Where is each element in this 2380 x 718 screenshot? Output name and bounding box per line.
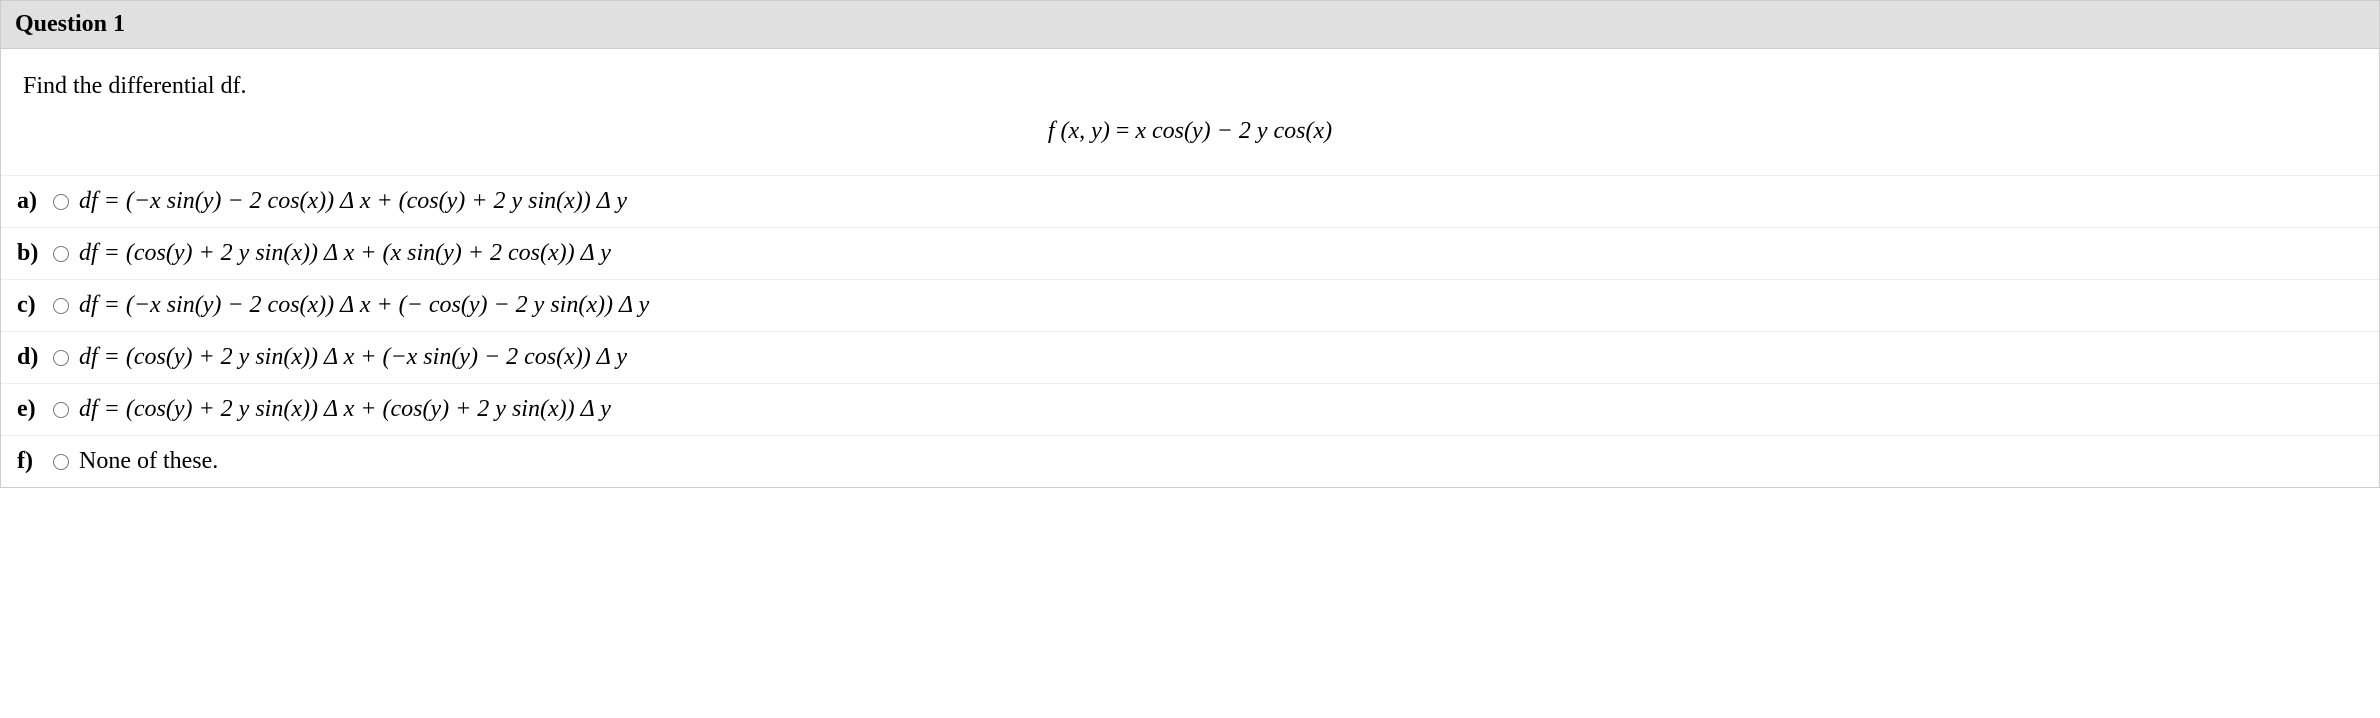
option-b-text: df = (cos(y) + 2 y sin(x)) Δ x + (x sin(… [79,240,611,267]
radio-wrap-c [53,298,73,314]
question-title: Question 1 [15,11,125,37]
option-f-text: None of these. [79,448,218,475]
question-container: Question 1 Find the differential df. f (… [0,0,2380,488]
option-b-radio[interactable] [53,246,69,262]
option-f-label: f) [17,448,47,475]
option-d-text: df = (cos(y) + 2 y sin(x)) Δ x + (−x sin… [79,344,627,371]
option-d: d) df = (cos(y) + 2 y sin(x)) Δ x + (−x … [1,332,2379,384]
option-f-radio[interactable] [53,454,69,470]
question-formula: f (x, y) = x cos(y) − 2 y cos(x) [1,108,2379,175]
option-c-radio[interactable] [53,298,69,314]
option-f: f) None of these. [1,436,2379,487]
formula-lhs: f (x, y) [1048,118,1110,144]
radio-wrap-b [53,246,73,262]
option-a-radio[interactable] [53,194,69,210]
radio-wrap-e [53,402,73,418]
formula-rhs: x cos(y) − 2 y cos(x) [1135,118,1332,144]
option-a: a) df = (−x sin(y) − 2 cos(x)) Δ x + (co… [1,176,2379,228]
option-e-text: df = (cos(y) + 2 y sin(x)) Δ x + (cos(y)… [79,396,611,423]
option-e: e) df = (cos(y) + 2 y sin(x)) Δ x + (cos… [1,384,2379,436]
option-c: c) df = (−x sin(y) − 2 cos(x)) Δ x + (− … [1,280,2379,332]
option-d-label: d) [17,344,47,371]
option-e-radio[interactable] [53,402,69,418]
option-a-text: df = (−x sin(y) − 2 cos(x)) Δ x + (cos(y… [79,188,627,215]
question-prompt: Find the differential df. [1,49,2379,108]
option-c-text: df = (−x sin(y) − 2 cos(x)) Δ x + (− cos… [79,292,649,319]
option-b: b) df = (cos(y) + 2 y sin(x)) Δ x + (x s… [1,228,2379,280]
radio-wrap-f [53,454,73,470]
option-c-label: c) [17,292,47,319]
radio-wrap-d [53,350,73,366]
question-header: Question 1 [1,1,2379,49]
option-e-label: e) [17,396,47,423]
formula-equals: = [1116,118,1136,144]
question-prompt-text: Find the differential df. [23,73,247,99]
option-d-radio[interactable] [53,350,69,366]
option-a-label: a) [17,188,47,215]
radio-wrap-a [53,194,73,210]
options-list: a) df = (−x sin(y) − 2 cos(x)) Δ x + (co… [1,175,2379,487]
option-b-label: b) [17,240,47,267]
